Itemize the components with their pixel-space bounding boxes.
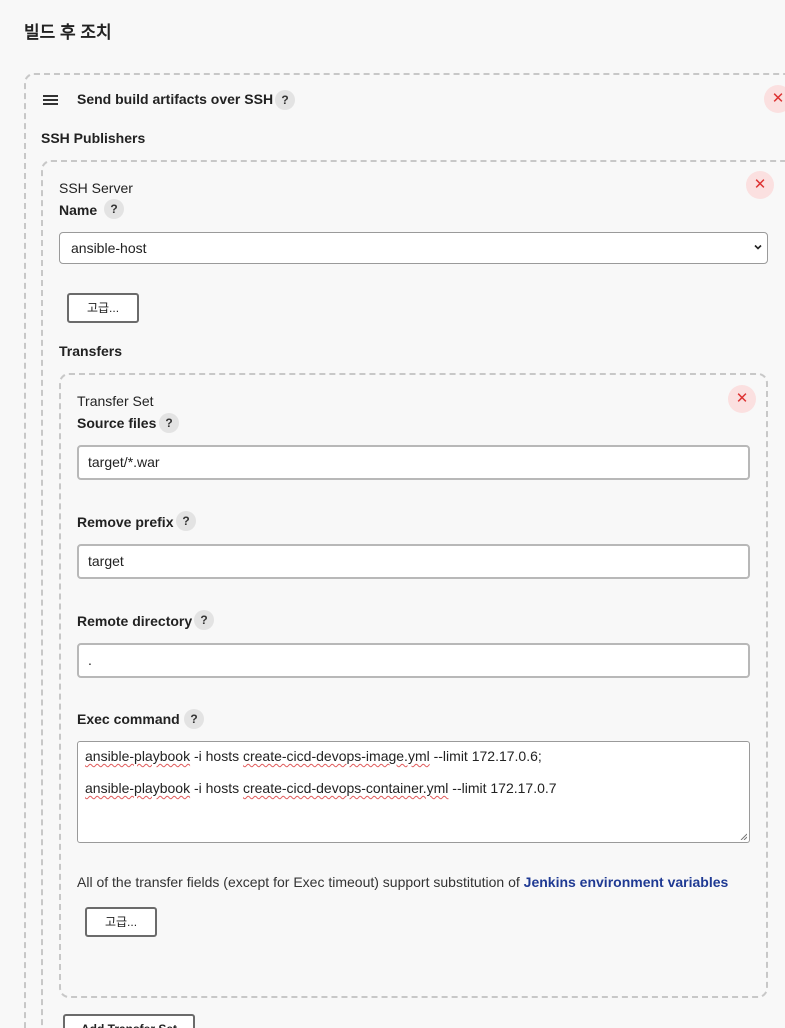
ssh-server-name-value: ansible-host — [71, 240, 147, 256]
name-label: Name — [59, 202, 98, 218]
ssh-publishers-label: SSH Publishers — [41, 130, 146, 146]
substitution-note: All of the transfer fields (except for E… — [77, 874, 728, 890]
exec-command-label: Exec command — [77, 711, 180, 727]
step-title: Send build artifacts over SSH — [77, 91, 274, 107]
post-build-actions-page: 빌드 후 조치 Send build artifacts over SSH ? … — [0, 0, 785, 1028]
remote-directory-label: Remote directory — [77, 613, 193, 629]
exec-command-help-icon[interactable]: ? — [184, 709, 204, 729]
drag-handle-icon[interactable] — [43, 95, 58, 105]
ssh-server-heading: SSH Server — [59, 180, 133, 196]
transfer-set-close-icon[interactable]: ✕ — [728, 385, 756, 413]
chevron-down-icon — [754, 244, 762, 250]
name-help-icon[interactable]: ? — [104, 199, 124, 219]
remove-prefix-help-icon[interactable]: ? — [176, 511, 196, 531]
source-files-help-icon[interactable]: ? — [159, 413, 179, 433]
source-files-label: Source files — [77, 415, 157, 431]
ssh-server-close-icon[interactable]: ✕ — [746, 171, 774, 199]
ssh-server-name-select[interactable]: ansible-host — [59, 232, 768, 264]
remote-directory-input[interactable]: . — [77, 643, 750, 678]
step-help-icon[interactable]: ? — [275, 90, 295, 110]
remote-directory-help-icon[interactable]: ? — [194, 610, 214, 630]
substitution-note-text: All of the transfer fields (except for E… — [77, 874, 524, 890]
server-advanced-button[interactable]: 고급... — [67, 293, 139, 323]
jenkins-env-vars-link[interactable]: Jenkins environment variables — [524, 874, 729, 890]
remove-prefix-label: Remove prefix — [77, 514, 174, 530]
add-transfer-set-button[interactable]: Add Transfer Set — [63, 1014, 195, 1028]
exec-command-line: ansible-playbook -i hosts create-cicd-de… — [85, 748, 542, 764]
remove-prefix-input[interactable]: target — [77, 544, 750, 579]
transfer-advanced-button[interactable]: 고급... — [85, 907, 157, 937]
exec-command-line: ansible-playbook -i hosts create-cicd-de… — [85, 780, 557, 796]
source-files-input[interactable]: target/*.war — [77, 445, 750, 480]
transfers-label: Transfers — [59, 343, 123, 359]
resize-handle-icon[interactable] — [740, 833, 747, 840]
step-close-icon[interactable]: ✕ — [764, 85, 785, 113]
transfer-set-heading: Transfer Set — [77, 393, 154, 409]
section-title: 빌드 후 조치 — [24, 23, 112, 42]
exec-command-textarea[interactable]: ansible-playbook -i hosts create-cicd-de… — [77, 741, 750, 843]
